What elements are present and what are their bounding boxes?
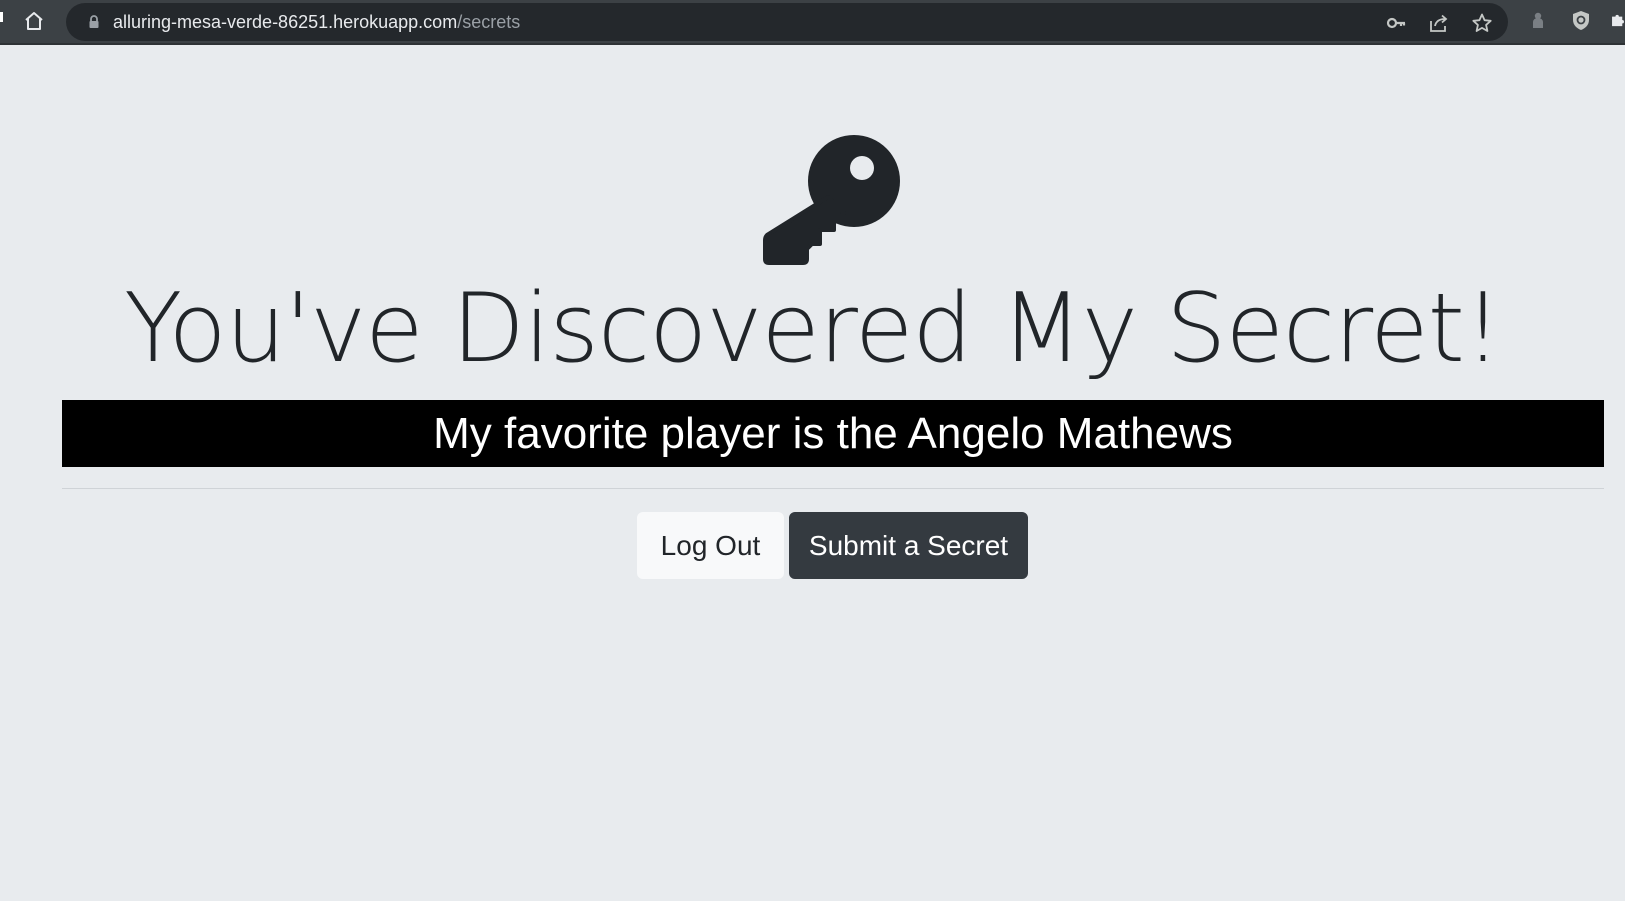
- divider: [62, 488, 1604, 489]
- secrets-page: You've Discovered My Secret! My favorite…: [0, 47, 1625, 901]
- profile-icon: [1533, 12, 1543, 28]
- extensions-button[interactable]: [1610, 9, 1625, 31]
- url-path: /secrets: [457, 12, 521, 32]
- star-icon: [1472, 13, 1492, 32]
- secret-text: My favorite player is the Angelo Mathews: [433, 408, 1233, 458]
- secret-banner: My favorite player is the Angelo Mathews: [62, 400, 1604, 467]
- password-key-button[interactable]: [1385, 12, 1407, 34]
- window-edge-mark: [0, 12, 3, 22]
- puzzle-icon: [1612, 14, 1624, 27]
- browser-toolbar: alluring-mesa-verde-86251.herokuapp.com/…: [0, 0, 1625, 45]
- address-bar[interactable]: alluring-mesa-verde-86251.herokuapp.com/…: [66, 3, 1508, 41]
- key-icon: [1386, 17, 1406, 29]
- bookmark-button[interactable]: [1471, 12, 1493, 34]
- logout-button[interactable]: Log Out: [637, 512, 784, 579]
- lock-icon[interactable]: [86, 14, 102, 30]
- url-host: alluring-mesa-verde-86251.herokuapp.com: [113, 12, 458, 32]
- share-icon: [1430, 14, 1448, 32]
- submit-secret-button[interactable]: Submit a Secret: [789, 512, 1028, 579]
- shield-icon: [1573, 11, 1589, 30]
- extension-shield-button[interactable]: [1570, 9, 1592, 31]
- home-button[interactable]: [22, 9, 46, 33]
- url-text[interactable]: alluring-mesa-verde-86251.herokuapp.com/…: [113, 3, 520, 41]
- key-icon: [763, 135, 900, 265]
- share-button[interactable]: [1428, 12, 1450, 34]
- home-icon: [25, 12, 43, 30]
- page-title: You've Discovered My Secret!: [124, 274, 1502, 384]
- profile-button[interactable]: [1527, 9, 1549, 31]
